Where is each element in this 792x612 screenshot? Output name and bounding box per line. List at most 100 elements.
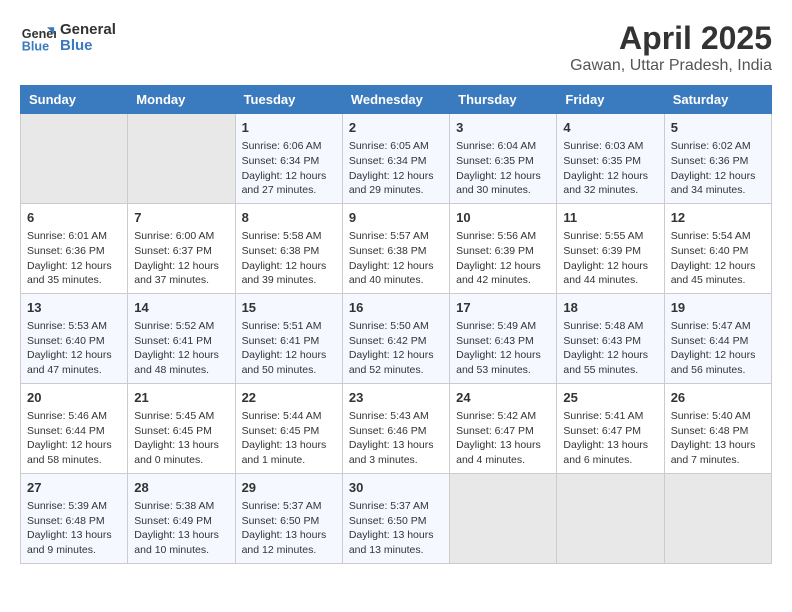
day-info: Sunrise: 5:41 AM Sunset: 6:47 PM Dayligh… [563, 409, 657, 468]
calendar-cell: 5 Sunrise: 6:02 AM Sunset: 6:36 PM Daylig… [664, 114, 771, 204]
day-info: Sunrise: 5:45 AM Sunset: 6:45 PM Dayligh… [134, 409, 228, 468]
day-info: Sunrise: 5:50 AM Sunset: 6:42 PM Dayligh… [349, 319, 443, 378]
day-info: Sunrise: 5:43 AM Sunset: 6:46 PM Dayligh… [349, 409, 443, 468]
calendar-cell: 8 Sunrise: 5:58 AM Sunset: 6:38 PM Daylig… [235, 203, 342, 293]
day-number: 8 [242, 209, 336, 227]
day-info: Sunrise: 5:52 AM Sunset: 6:41 PM Dayligh… [134, 319, 228, 378]
calendar-cell: 2Sunrise: 6:05 AM Sunset: 6:34 PM Daylig… [342, 114, 449, 204]
day-number: 18 [563, 299, 657, 317]
calendar-cell: 23 Sunrise: 5:43 AM Sunset: 6:46 PM Dayli… [342, 383, 449, 473]
day-header-monday: Monday [128, 86, 235, 114]
calendar-week-4: 20 Sunrise: 5:46 AM Sunset: 6:44 PM Dayli… [21, 383, 772, 473]
calendar-cell [450, 473, 557, 563]
day-info: Sunrise: 6:06 AM Sunset: 6:34 PM Dayligh… [242, 139, 336, 198]
calendar-cell [664, 473, 771, 563]
calendar-cell: 14Sunrise: 5:52 AM Sunset: 6:41 PM Dayli… [128, 293, 235, 383]
day-info: Sunrise: 5:38 AM Sunset: 6:49 PM Dayligh… [134, 499, 228, 558]
day-number: 2 [349, 119, 443, 137]
calendar-cell: 27 Sunrise: 5:39 AM Sunset: 6:48 PM Dayli… [21, 473, 128, 563]
day-info: Sunrise: 5:49 AM Sunset: 6:43 PM Dayligh… [456, 319, 550, 378]
logo-text-blue: Blue [60, 38, 116, 55]
day-number: 10 [456, 209, 550, 227]
calendar-week-1: 1 Sunrise: 6:06 AM Sunset: 6:34 PM Daylig… [21, 114, 772, 204]
calendar-cell: 10 Sunrise: 5:56 AM Sunset: 6:39 PM Dayli… [450, 203, 557, 293]
calendar-cell: 29Sunrise: 5:37 AM Sunset: 6:50 PM Dayli… [235, 473, 342, 563]
calendar-cell: 25 Sunrise: 5:41 AM Sunset: 6:47 PM Dayli… [557, 383, 664, 473]
page-header: General Blue General Blue April 2025 Gaw… [20, 20, 772, 75]
day-info: Sunrise: 5:54 AM Sunset: 6:40 PM Dayligh… [671, 229, 765, 288]
day-number: 15 [242, 299, 336, 317]
day-info: Sunrise: 6:00 AM Sunset: 6:37 PM Dayligh… [134, 229, 228, 288]
svg-text:Blue: Blue [22, 40, 49, 54]
calendar-cell: 9Sunrise: 5:57 AM Sunset: 6:38 PM Daylig… [342, 203, 449, 293]
calendar-week-2: 6Sunrise: 6:01 AM Sunset: 6:36 PM Daylig… [21, 203, 772, 293]
day-number: 20 [27, 389, 121, 407]
day-number: 28 [134, 479, 228, 497]
day-number: 23 [349, 389, 443, 407]
day-number: 25 [563, 389, 657, 407]
day-number: 7 [134, 209, 228, 227]
day-header-tuesday: Tuesday [235, 86, 342, 114]
calendar-cell [128, 114, 235, 204]
day-info: Sunrise: 5:37 AM Sunset: 6:50 PM Dayligh… [349, 499, 443, 558]
day-number: 17 [456, 299, 550, 317]
day-number: 19 [671, 299, 765, 317]
day-number: 16 [349, 299, 443, 317]
calendar-cell: 22 Sunrise: 5:44 AM Sunset: 6:45 PM Dayli… [235, 383, 342, 473]
calendar-cell: 19 Sunrise: 5:47 AM Sunset: 6:44 PM Dayli… [664, 293, 771, 383]
title-section: April 2025 Gawan, Uttar Pradesh, India [570, 20, 772, 75]
day-info: Sunrise: 5:57 AM Sunset: 6:38 PM Dayligh… [349, 229, 443, 288]
calendar-cell: 7 Sunrise: 6:00 AM Sunset: 6:37 PM Daylig… [128, 203, 235, 293]
day-number: 26 [671, 389, 765, 407]
calendar-cell: 30 Sunrise: 5:37 AM Sunset: 6:50 PM Dayli… [342, 473, 449, 563]
calendar-cell: 12 Sunrise: 5:54 AM Sunset: 6:40 PM Dayli… [664, 203, 771, 293]
subtitle: Gawan, Uttar Pradesh, India [570, 57, 772, 75]
day-header-thursday: Thursday [450, 86, 557, 114]
logo-text-general: General [60, 22, 116, 39]
day-info: Sunrise: 5:46 AM Sunset: 6:44 PM Dayligh… [27, 409, 121, 468]
day-number: 22 [242, 389, 336, 407]
day-number: 11 [563, 209, 657, 227]
day-info: Sunrise: 5:47 AM Sunset: 6:44 PM Dayligh… [671, 319, 765, 378]
calendar-cell: 11 Sunrise: 5:55 AM Sunset: 6:39 PM Dayli… [557, 203, 664, 293]
calendar-week-3: 13Sunrise: 5:53 AM Sunset: 6:40 PM Dayli… [21, 293, 772, 383]
day-number: 27 [27, 479, 121, 497]
calendar-cell: 13Sunrise: 5:53 AM Sunset: 6:40 PM Dayli… [21, 293, 128, 383]
calendar-table: SundayMondayTuesdayWednesdayThursdayFrid… [20, 85, 772, 564]
calendar-cell: 17 Sunrise: 5:49 AM Sunset: 6:43 PM Dayli… [450, 293, 557, 383]
calendar-header-row: SundayMondayTuesdayWednesdayThursdayFrid… [21, 86, 772, 114]
logo: General Blue General Blue [20, 20, 116, 56]
calendar-cell: 18 Sunrise: 5:48 AM Sunset: 6:43 PM Dayli… [557, 293, 664, 383]
day-info: Sunrise: 5:39 AM Sunset: 6:48 PM Dayligh… [27, 499, 121, 558]
day-info: Sunrise: 5:44 AM Sunset: 6:45 PM Dayligh… [242, 409, 336, 468]
day-info: Sunrise: 5:51 AM Sunset: 6:41 PM Dayligh… [242, 319, 336, 378]
day-number: 12 [671, 209, 765, 227]
day-number: 30 [349, 479, 443, 497]
calendar-cell [21, 114, 128, 204]
day-info: Sunrise: 5:42 AM Sunset: 6:47 PM Dayligh… [456, 409, 550, 468]
calendar-cell: 6Sunrise: 6:01 AM Sunset: 6:36 PM Daylig… [21, 203, 128, 293]
calendar-cell: 24Sunrise: 5:42 AM Sunset: 6:47 PM Dayli… [450, 383, 557, 473]
day-info: Sunrise: 5:37 AM Sunset: 6:50 PM Dayligh… [242, 499, 336, 558]
calendar-week-5: 27 Sunrise: 5:39 AM Sunset: 6:48 PM Dayli… [21, 473, 772, 563]
calendar-cell: 20 Sunrise: 5:46 AM Sunset: 6:44 PM Dayli… [21, 383, 128, 473]
day-header-wednesday: Wednesday [342, 86, 449, 114]
calendar-cell: 1 Sunrise: 6:06 AM Sunset: 6:34 PM Daylig… [235, 114, 342, 204]
day-info: Sunrise: 5:55 AM Sunset: 6:39 PM Dayligh… [563, 229, 657, 288]
day-info: Sunrise: 6:02 AM Sunset: 6:36 PM Dayligh… [671, 139, 765, 198]
calendar-cell: 28 Sunrise: 5:38 AM Sunset: 6:49 PM Dayli… [128, 473, 235, 563]
day-info: Sunrise: 5:48 AM Sunset: 6:43 PM Dayligh… [563, 319, 657, 378]
calendar-cell: 3 Sunrise: 6:04 AM Sunset: 6:35 PM Daylig… [450, 114, 557, 204]
day-number: 6 [27, 209, 121, 227]
calendar-cell: 15 Sunrise: 5:51 AM Sunset: 6:41 PM Dayli… [235, 293, 342, 383]
day-info: Sunrise: 6:04 AM Sunset: 6:35 PM Dayligh… [456, 139, 550, 198]
day-info: Sunrise: 5:40 AM Sunset: 6:48 PM Dayligh… [671, 409, 765, 468]
logo-icon: General Blue [20, 20, 56, 56]
day-number: 3 [456, 119, 550, 137]
day-info: Sunrise: 6:03 AM Sunset: 6:35 PM Dayligh… [563, 139, 657, 198]
day-number: 5 [671, 119, 765, 137]
day-info: Sunrise: 5:58 AM Sunset: 6:38 PM Dayligh… [242, 229, 336, 288]
day-info: Sunrise: 5:56 AM Sunset: 6:39 PM Dayligh… [456, 229, 550, 288]
day-number: 1 [242, 119, 336, 137]
day-number: 21 [134, 389, 228, 407]
